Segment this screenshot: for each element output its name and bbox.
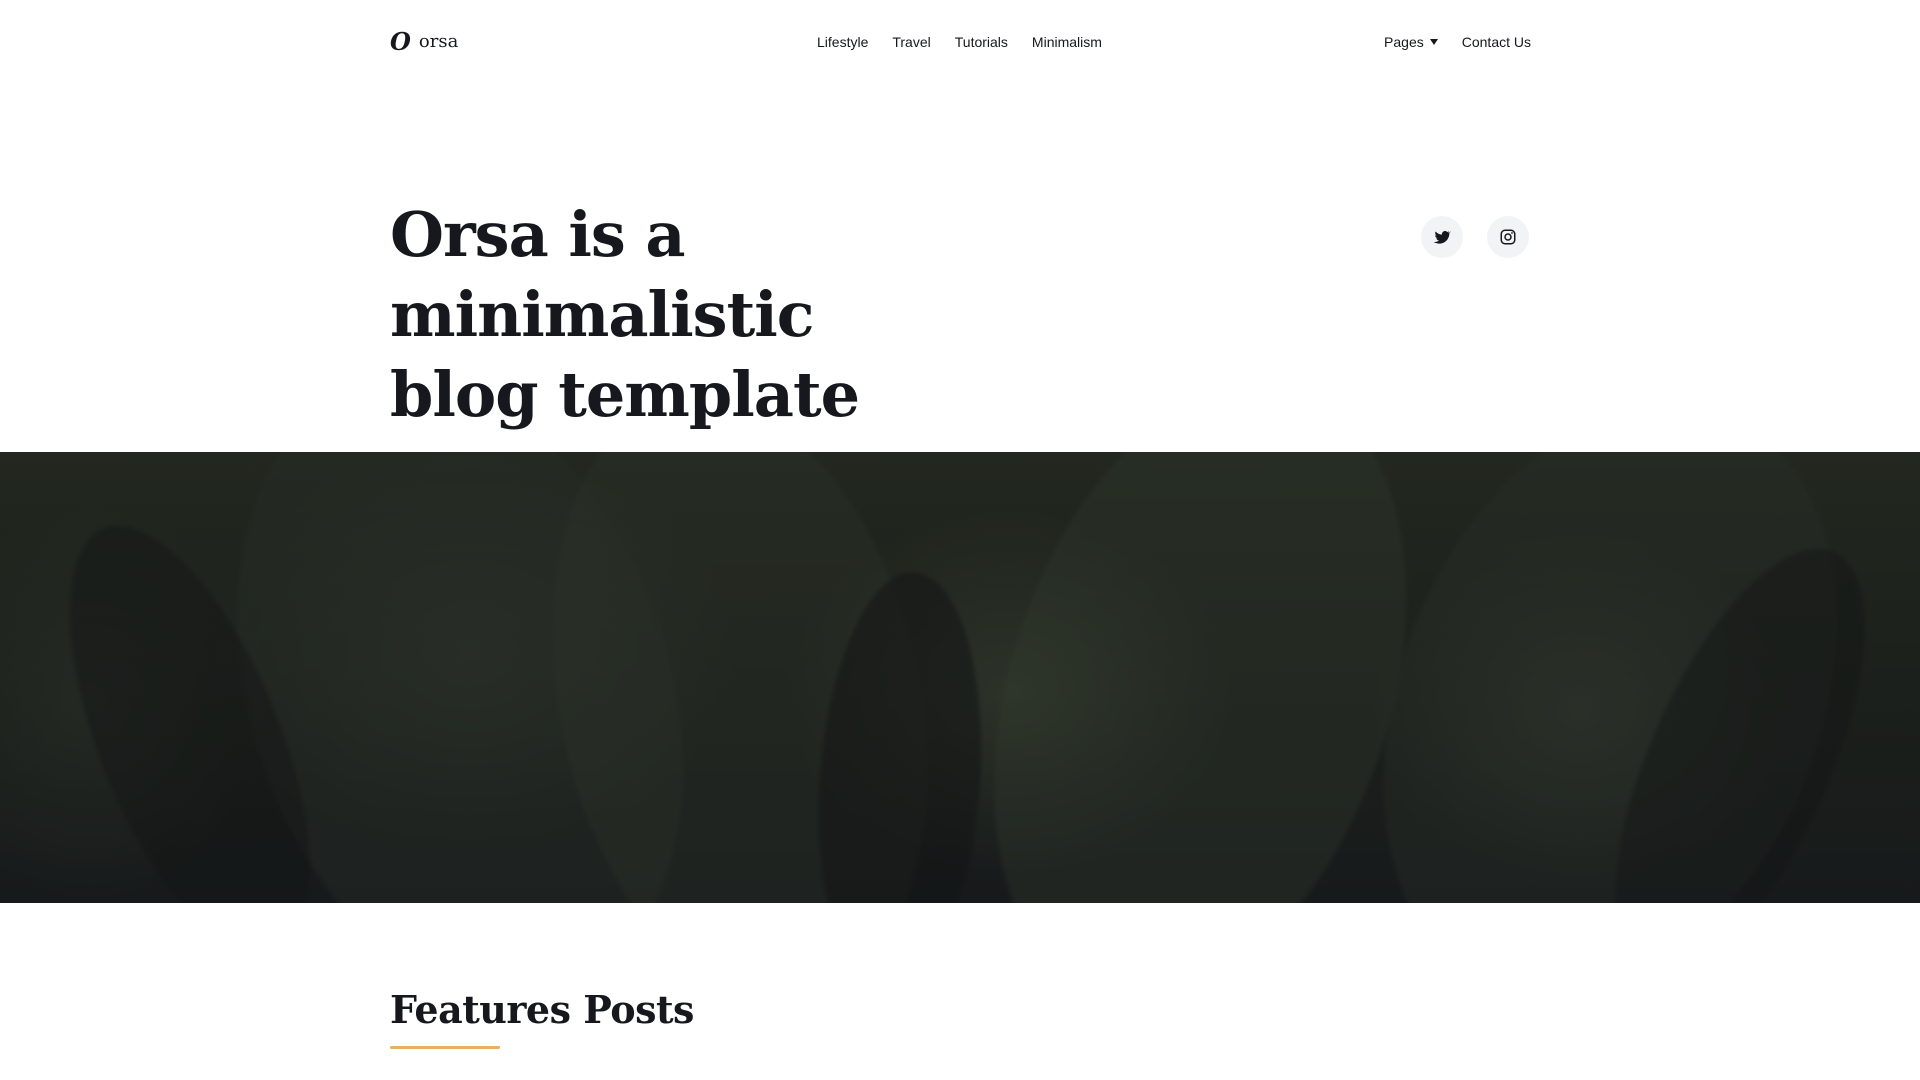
features-posts-title: Features Posts [390,987,694,1032]
nav-link-minimalism[interactable]: Minimalism [1032,34,1102,50]
site-header: O orsa Lifestyle Travel Tutorials Minima… [0,0,1920,84]
caret-down-icon [1429,39,1438,45]
logo[interactable]: O orsa [390,30,458,54]
hero-banner-image [0,452,1920,903]
contact-us-link[interactable]: Contact Us [1462,34,1531,50]
hero-title-line1: Orsa is a minimalistic [390,198,815,351]
nav-right: Pages Contact Us [1384,34,1531,50]
social-links [1421,216,1529,258]
instagram-icon [1500,229,1516,245]
header-inner: O orsa Lifestyle Travel Tutorials Minima… [390,0,1531,84]
logo-text: orsa [418,31,459,52]
instagram-button[interactable] [1487,216,1529,258]
logo-mark-icon: O [390,27,411,56]
pages-dropdown-label: Pages [1384,34,1424,50]
features-title-underline [390,1046,500,1049]
hero-title-line2: blog template [390,358,860,431]
pages-dropdown[interactable]: Pages [1384,34,1438,50]
nav-link-tutorials[interactable]: Tutorials [955,34,1008,50]
main-nav: Lifestyle Travel Tutorials Minimalism [817,0,1102,84]
hero-title: Orsa is a minimalistic blog template [390,195,1110,435]
twitter-button[interactable] [1421,216,1463,258]
nav-link-lifestyle[interactable]: Lifestyle [817,34,868,50]
nav-link-travel[interactable]: Travel [892,34,930,50]
twitter-icon [1433,231,1451,244]
